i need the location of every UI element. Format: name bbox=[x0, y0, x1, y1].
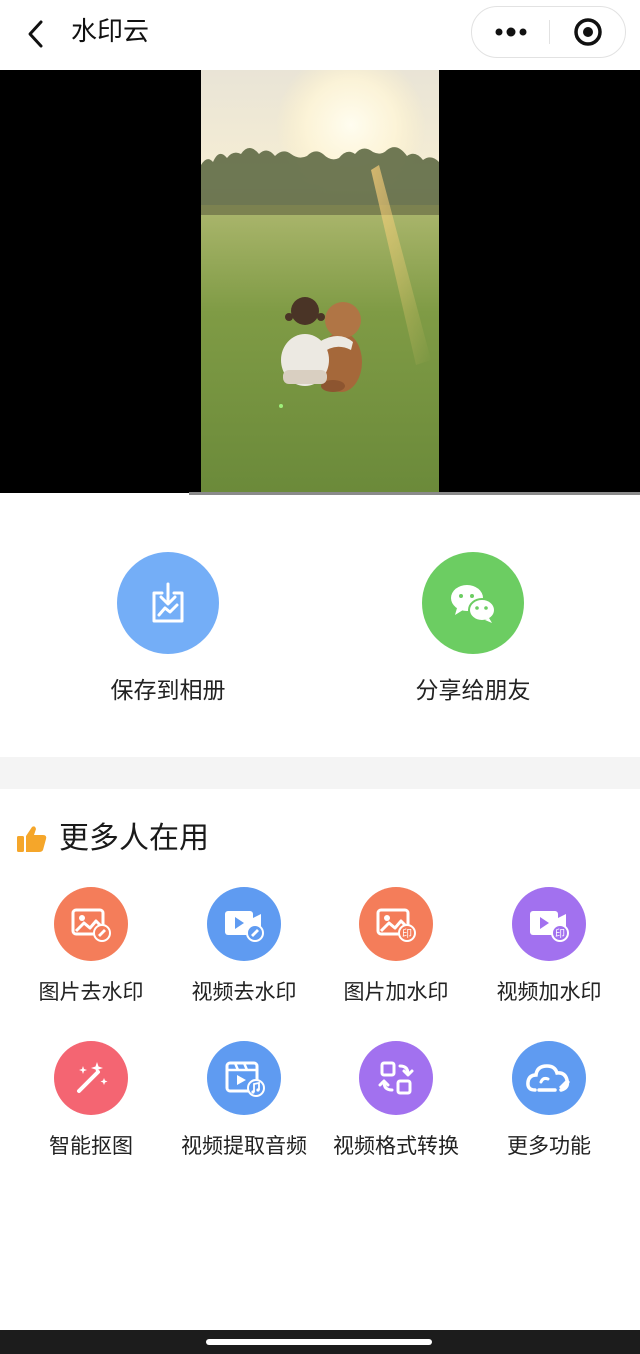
tool-smart-cutout[interactable]: 智能抠图 bbox=[15, 1041, 167, 1161]
video-preview[interactable] bbox=[201, 70, 439, 493]
tool-label: 视频提取音频 bbox=[181, 1134, 307, 1158]
tool-video-remove-watermark[interactable]: 视频去水印 bbox=[168, 887, 320, 1007]
video-extract-audio-icon bbox=[225, 1061, 265, 1097]
add-watermark-badge: 印 bbox=[555, 928, 565, 940]
video-add-watermark-icon: 印 bbox=[530, 911, 569, 942]
video-remove-watermark-icon-circle bbox=[207, 887, 281, 961]
back-button[interactable] bbox=[14, 12, 58, 56]
tool-label: 视频加水印 bbox=[496, 980, 602, 1004]
more-section-title: 更多人在用 bbox=[59, 821, 209, 856]
wechat-icon bbox=[451, 585, 496, 623]
bottom-bar bbox=[0, 1330, 640, 1354]
tool-image-add-watermark[interactable]: 印 图片加水印 bbox=[320, 887, 472, 1007]
video-player[interactable] bbox=[0, 70, 640, 493]
add-watermark-badge: 印 bbox=[402, 928, 412, 940]
nav-bar: 水印云 bbox=[0, 0, 640, 70]
image-remove-watermark-icon bbox=[71, 908, 111, 942]
tool-label: 更多功能 bbox=[507, 1134, 591, 1158]
more-dots-icon bbox=[495, 27, 526, 37]
tool-video-format-convert[interactable]: 视频格式转换 bbox=[320, 1041, 472, 1161]
save-to-album-icon bbox=[152, 582, 184, 623]
image-add-watermark-icon-circle: 印 bbox=[359, 887, 433, 961]
section-divider bbox=[0, 757, 640, 789]
format-convert-icon bbox=[378, 1061, 414, 1095]
share-to-friends-button[interactable]: 分享给朋友 bbox=[373, 552, 573, 708]
tool-label: 图片去水印 bbox=[38, 980, 144, 1004]
target-circle-icon bbox=[574, 18, 602, 46]
tool-label: 智能抠图 bbox=[49, 1134, 133, 1158]
thumbs-up-icon bbox=[17, 826, 47, 852]
video-extract-audio-icon-circle bbox=[207, 1041, 281, 1115]
action-area: 保存到相册 分享给朋友 bbox=[0, 495, 640, 757]
tool-image-remove-watermark[interactable]: 图片去水印 bbox=[15, 887, 167, 1007]
tool-video-add-watermark[interactable]: 印 视频加水印 bbox=[473, 887, 625, 1007]
cloud-more-icon bbox=[526, 1064, 570, 1092]
tool-label: 图片加水印 bbox=[343, 980, 449, 1004]
tool-video-extract-audio[interactable]: 视频提取音频 bbox=[168, 1041, 320, 1161]
tool-label: 视频去水印 bbox=[191, 980, 297, 1004]
tool-label: 视频格式转换 bbox=[333, 1134, 459, 1158]
mini-program-capsule bbox=[471, 6, 626, 58]
more-button[interactable] bbox=[472, 7, 549, 57]
magic-wand-icon-circle bbox=[54, 1041, 128, 1115]
video-add-watermark-icon-circle: 印 bbox=[512, 887, 586, 961]
save-to-album-button[interactable]: 保存到相册 bbox=[68, 552, 268, 708]
close-button[interactable] bbox=[550, 7, 626, 57]
image-add-watermark-icon: 印 bbox=[376, 908, 416, 942]
cloud-more-icon-circle bbox=[512, 1041, 586, 1115]
format-convert-icon-circle bbox=[359, 1041, 433, 1115]
chevron-left-icon bbox=[28, 20, 43, 48]
video-scene-image bbox=[201, 70, 439, 493]
home-indicator[interactable] bbox=[206, 1339, 432, 1345]
page-title: 水印云 bbox=[71, 17, 150, 47]
video-remove-watermark-icon bbox=[225, 911, 264, 942]
more-section-header: 更多人在用 bbox=[16, 818, 209, 860]
save-to-album-icon-circle bbox=[117, 552, 219, 654]
wechat-icon-circle bbox=[422, 552, 524, 654]
image-remove-watermark-icon-circle bbox=[54, 887, 128, 961]
magic-wand-icon bbox=[77, 1062, 108, 1093]
share-to-friends-label: 分享给朋友 bbox=[415, 678, 531, 704]
save-to-album-label: 保存到相册 bbox=[110, 678, 226, 704]
tool-more-features[interactable]: 更多功能 bbox=[473, 1041, 625, 1161]
